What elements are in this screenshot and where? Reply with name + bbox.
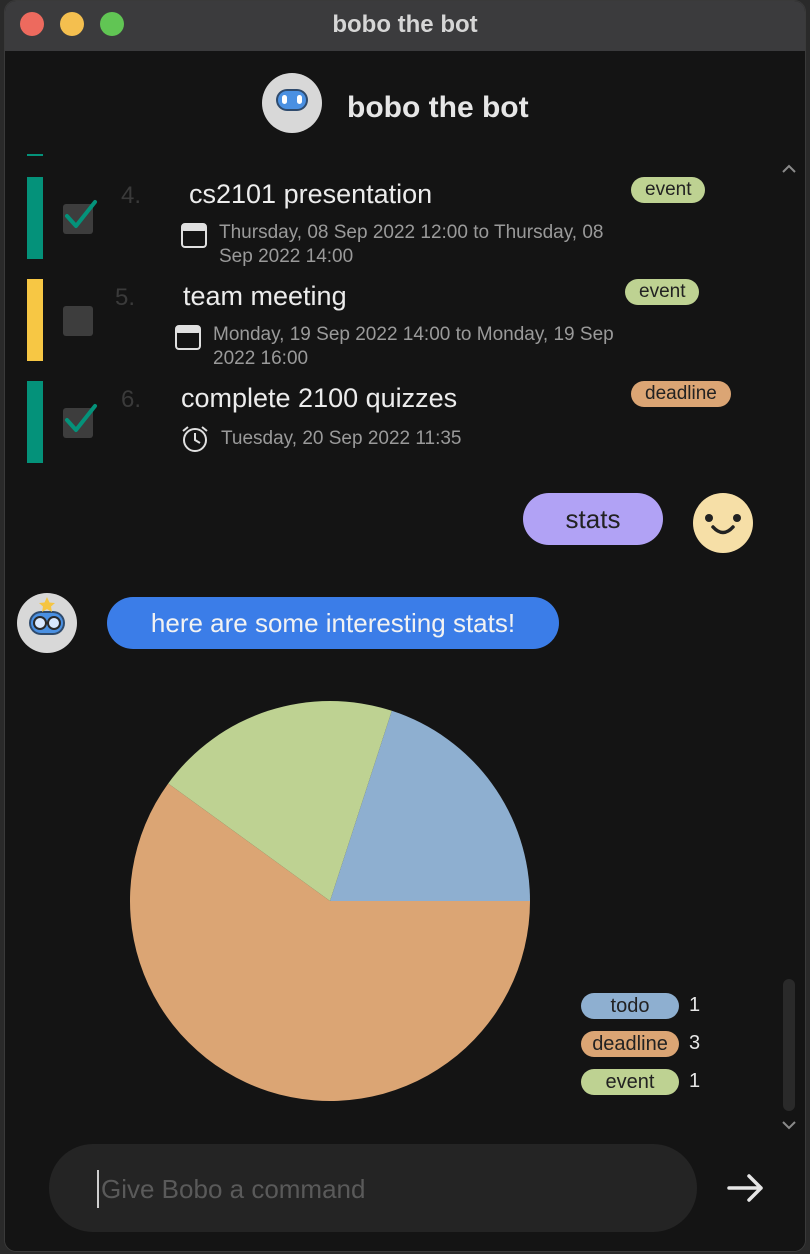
task-title: cs2101 presentation [189,179,433,209]
task-number: 6. [121,386,142,413]
task-title: team meeting [183,281,347,311]
robot-with-glasses-icon [29,597,65,635]
scroll-up-icon[interactable] [781,161,797,177]
task-tag: event [625,279,700,305]
user-message-bubble: stats [523,493,663,545]
task-number: 5. [115,284,136,311]
task-checkbox[interactable] [63,200,97,234]
calendar-icon [175,325,201,350]
bot-avatar [262,73,322,133]
title-bar: bobo the bot [5,1,805,52]
legend-count: 3 [689,1032,701,1054]
task-status-bar [27,279,43,361]
scrollbar-thumb[interactable] [783,979,795,1111]
bot-name: bobo the bot [347,91,529,124]
bot-message-bubble: here are some interesting stats! [107,597,559,649]
task-item[interactable]: 4. cs2101 presentation event Thursday, 0… [5,177,765,267]
task-status-bar [27,177,43,259]
task-date: Tuesday, 20 Sep 2022 11:35 [221,428,462,449]
scroll-down-icon[interactable] [781,1117,797,1133]
legend-count: 1 [689,994,701,1016]
robot-face-icon [276,89,308,111]
task-title: complete 2100 quizzes [181,383,458,413]
task-checkbox[interactable] [63,306,93,336]
task-number: 4. [121,182,142,209]
window-title: bobo the bot [332,11,478,38]
command-bar [5,1136,805,1251]
alarm-clock-icon [182,426,208,452]
bot-avatar [17,593,77,653]
legend-label: event [581,1069,679,1095]
legend-label: deadline [581,1031,679,1057]
command-input[interactable] [97,1170,663,1208]
command-input-container [49,1144,697,1232]
app-window: bobo the bot bobo the bot 4. cs2101 pres… [4,0,806,1252]
task-date: Thursday, 08 Sep 2022 12:00 to Thursday,… [219,222,604,267]
task-bar-partial [27,154,43,156]
stats-pie-chart [129,701,530,1101]
task-tag: deadline [631,381,731,407]
task-date: Monday, 19 Sep 2022 14:00 to Monday, 19 … [213,324,614,369]
task-checkbox[interactable] [63,404,97,438]
chat-header: bobo the bot [5,51,805,151]
task-tag: event [631,177,706,203]
task-item[interactable]: 5. team meeting event Monday, 19 Sep 202… [5,279,765,369]
chat-area: 4. cs2101 presentation event Thursday, 0… [5,151,805,1136]
user-avatar-smiley-icon [693,493,753,553]
send-arrow-icon[interactable] [721,1166,769,1210]
task-status-bar [27,381,43,463]
calendar-icon [181,223,207,248]
legend-count: 1 [689,1070,701,1092]
task-item[interactable]: 6. complete 2100 quizzes deadline Tuesda… [5,381,765,463]
checkmark-icon [65,200,97,228]
checkmark-icon [65,404,97,432]
legend-label: todo [581,993,679,1019]
